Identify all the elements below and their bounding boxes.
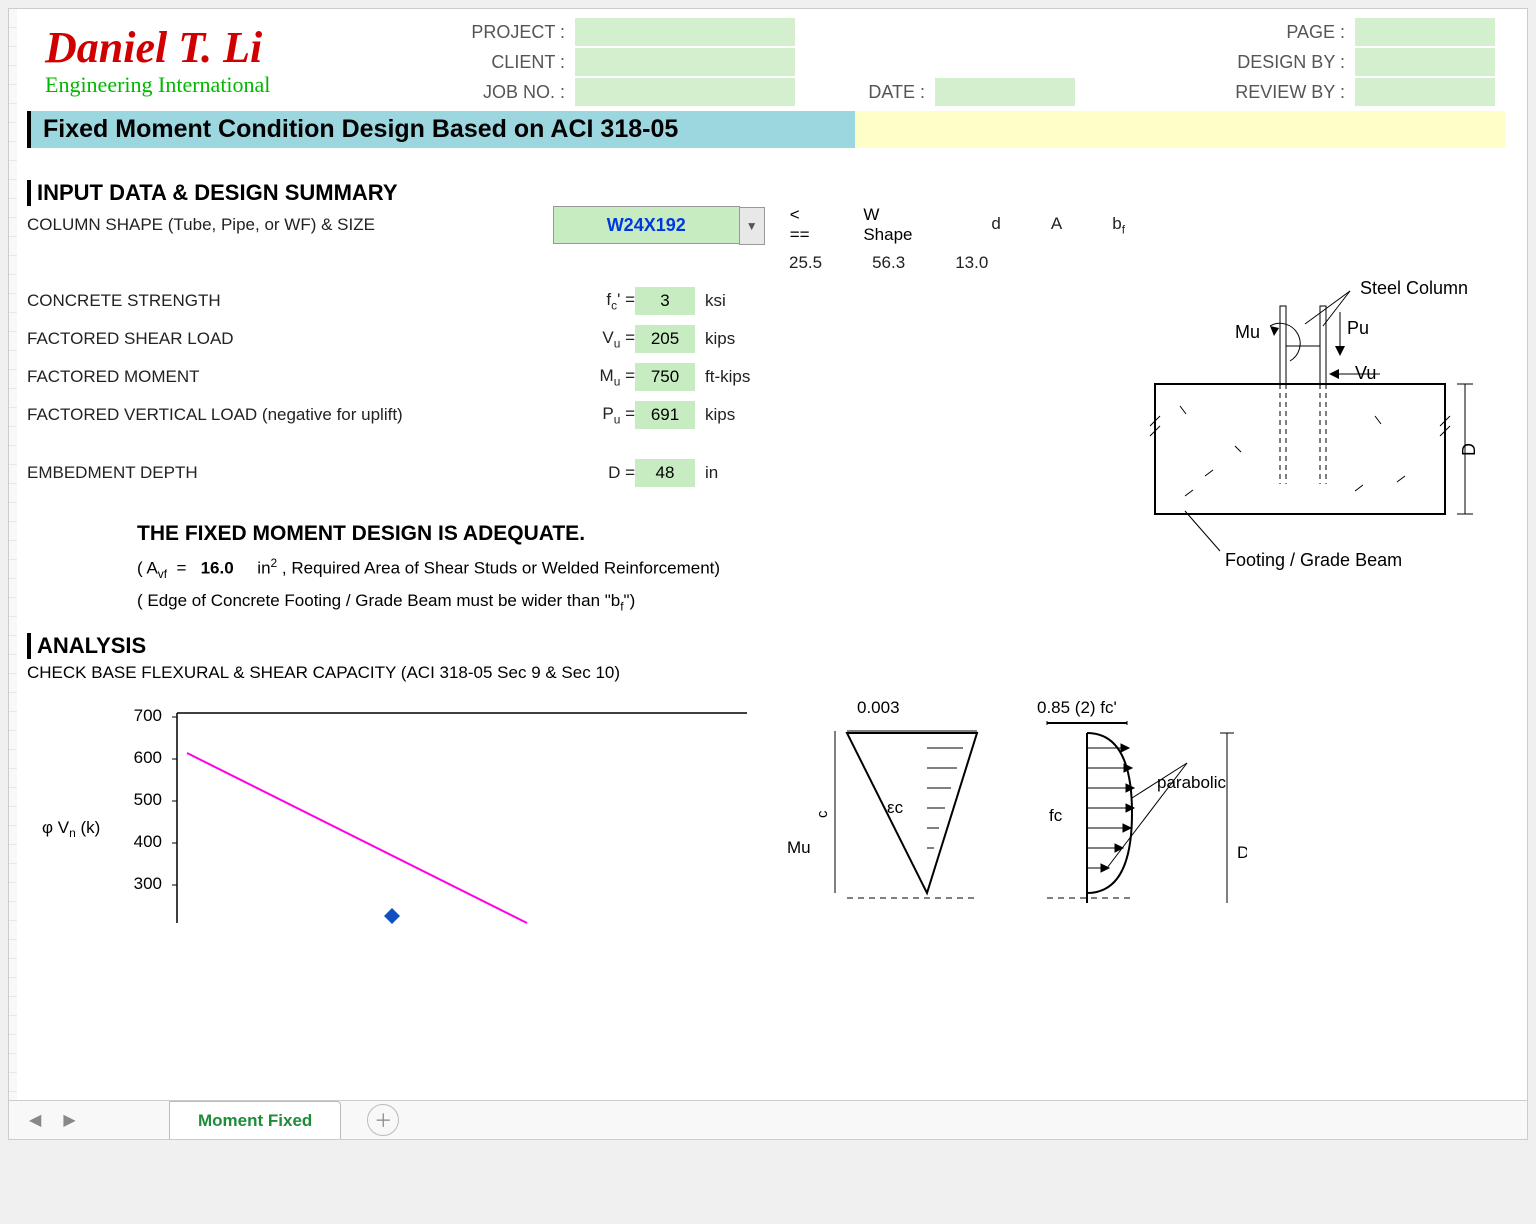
analysis-heading: ANALYSIS: [27, 633, 1505, 659]
mu-symbol: Mu =: [567, 366, 635, 388]
pu-label: FACTORED VERTICAL LOAD (negative for upl…: [27, 405, 567, 425]
mu-label: FACTORED MOMENT: [27, 367, 567, 387]
logo-tagline: Engineering International: [45, 72, 415, 98]
vu-symbol: Vu =: [567, 328, 635, 350]
d-input[interactable]: 48: [635, 459, 695, 487]
edge-note: ( Edge of Concrete Footing / Grade Beam …: [137, 591, 1125, 613]
logo-name: Daniel T. Li: [45, 26, 415, 70]
fc-label: CONCRETE STRENGTH: [27, 291, 567, 311]
svg-text:Vu: Vu: [1355, 363, 1376, 383]
svg-text:Mu: Mu: [787, 838, 811, 857]
connection-diagram: Steel Column Mu Pu Vu: [1125, 276, 1485, 586]
pu-unit: kips: [705, 405, 765, 425]
sheet-nav-next[interactable]: ▶: [63, 1110, 75, 1130]
svg-text:D: D: [1237, 843, 1247, 862]
avf-value: 16.0: [201, 559, 234, 578]
fc-input[interactable]: 3: [635, 287, 695, 315]
project-label: PROJECT :: [415, 22, 565, 43]
reviewby-input[interactable]: [1355, 78, 1495, 106]
d-symbol: D =: [567, 463, 635, 483]
title-fill: [855, 111, 1505, 148]
prop-d-hdr: d: [991, 214, 1000, 236]
sheet-nav-prev[interactable]: ◀: [29, 1110, 41, 1130]
prop-bf-hdr: bf: [1112, 214, 1125, 236]
result-headline: THE FIXED MOMENT DESIGN IS ADEQUATE.: [137, 522, 1125, 546]
svg-text:c: c: [814, 810, 831, 818]
svg-text:300: 300: [134, 874, 162, 893]
prop-a-hdr: A: [1051, 214, 1062, 236]
prop-d-val: 25.5: [789, 253, 822, 273]
svg-text:fc: fc: [1049, 806, 1063, 825]
avf-line: ( Avf = 16.0 in2 , Required Area of Shea…: [137, 556, 1125, 581]
pu-symbol: Pu =: [567, 404, 635, 426]
analysis-subheading: CHECK BASE FLEXURAL & SHEAR CAPACITY (AC…: [27, 663, 1505, 683]
svg-text:600: 600: [134, 748, 162, 767]
designby-label: DESIGN BY :: [1185, 52, 1345, 73]
add-sheet-button[interactable]: ＋: [367, 1104, 399, 1136]
input-section-heading: INPUT DATA & DESIGN SUMMARY: [27, 180, 1505, 206]
fc-unit: ksi: [705, 291, 765, 311]
vu-input[interactable]: 205: [635, 325, 695, 353]
chart-ylabel: φ Vn (k): [42, 818, 100, 840]
mu-input[interactable]: 750: [635, 363, 695, 391]
date-input[interactable]: [935, 78, 1075, 106]
date-label: DATE :: [835, 82, 925, 103]
svg-text:Footing / Grade Beam: Footing / Grade Beam: [1225, 550, 1402, 570]
page-title: Fixed Moment Condition Design Based on A…: [27, 111, 855, 148]
page-input[interactable]: [1355, 18, 1495, 46]
capacity-chart: 700 600 500 400 300 φ Vn (k): [27, 693, 787, 933]
logo-block: Daniel T. Li Engineering International: [27, 26, 415, 98]
shape-select[interactable]: W24X192: [553, 206, 740, 244]
d-unit: in: [705, 463, 765, 483]
page-label: PAGE :: [1185, 22, 1345, 43]
jobno-input[interactable]: [575, 78, 795, 106]
chart-series-phivn: [187, 753, 527, 923]
prop-bf-val: 13.0: [955, 253, 988, 273]
d-label: EMBEDMENT DEPTH: [27, 463, 567, 483]
stress-strain-diagram: 0.003 0.85 (2) fc' εc: [787, 693, 1247, 933]
svg-text:Mu: Mu: [1235, 322, 1260, 342]
reviewby-label: REVIEW BY :: [1185, 82, 1345, 103]
prop-a-val: 56.3: [872, 253, 905, 273]
pu-input[interactable]: 691: [635, 401, 695, 429]
shape-type: W Shape: [863, 205, 931, 245]
svg-text:400: 400: [134, 832, 162, 851]
sheet-tab-moment-fixed[interactable]: Moment Fixed: [169, 1101, 341, 1140]
row-ruler: [9, 9, 17, 1139]
designby-input[interactable]: [1355, 48, 1495, 76]
client-label: CLIENT :: [415, 52, 565, 73]
mu-unit: ft-kips: [705, 367, 765, 387]
svg-text:500: 500: [134, 790, 162, 809]
jobno-label: JOB NO. :: [415, 82, 565, 103]
svg-text:Steel Column: Steel Column: [1360, 278, 1468, 298]
shape-arrow: < ==: [790, 205, 824, 245]
fc-symbol: fc' =: [567, 290, 635, 312]
vu-label: FACTORED SHEAR LOAD: [27, 329, 567, 349]
svg-text:Pu: Pu: [1347, 318, 1369, 338]
svg-text:parabolic: parabolic: [1157, 773, 1226, 792]
chart-marker: [384, 908, 400, 924]
svg-text:εc: εc: [887, 798, 904, 817]
svg-text:D: D: [1459, 443, 1479, 456]
client-input[interactable]: [575, 48, 795, 76]
svg-text:700: 700: [134, 706, 162, 725]
project-input[interactable]: [575, 18, 795, 46]
vu-unit: kips: [705, 329, 765, 349]
svg-text:0.003: 0.003: [857, 698, 900, 717]
shape-label: COLUMN SHAPE (Tube, Pipe, or WF) & SIZE: [27, 215, 553, 235]
svg-text:0.85 (2) fc': 0.85 (2) fc': [1037, 698, 1117, 717]
